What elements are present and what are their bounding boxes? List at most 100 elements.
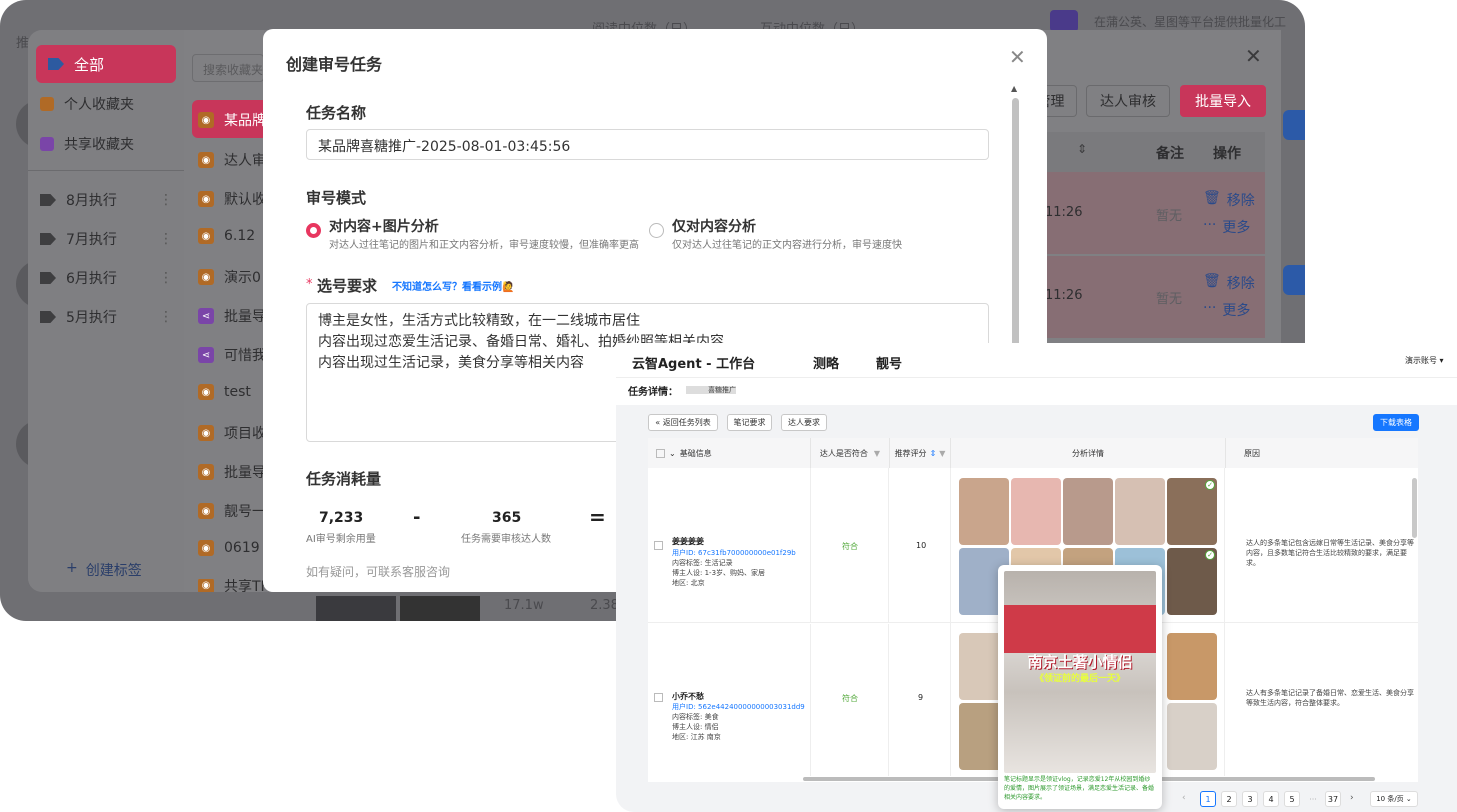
caret-down-icon: ▾ xyxy=(1439,356,1444,365)
kol-review-button[interactable]: 达人审核 xyxy=(1086,85,1170,117)
folder-label[interactable]: 达人审 xyxy=(224,150,266,170)
note-thumbnail[interactable] xyxy=(1063,478,1113,545)
col-action: 操作 xyxy=(1213,146,1241,162)
task-detail-bar: 任务详情： 喜糖推广 xyxy=(616,377,1457,405)
folder-label[interactable]: 0619 xyxy=(224,540,260,556)
kol-req-button[interactable]: 达人要求 xyxy=(781,414,827,431)
remove-label: 移除 xyxy=(1226,193,1255,209)
folder-icon: ◉ xyxy=(198,464,214,480)
filter-icon[interactable]: ▼ xyxy=(874,449,880,458)
batch-import-button[interactable]: 批量导入 xyxy=(1180,85,1266,117)
tag-item[interactable]: 6月执行 ⋮ xyxy=(40,268,173,288)
folder-label[interactable]: 项目收 xyxy=(224,423,266,443)
score-value: 9 xyxy=(918,693,924,702)
close-icon[interactable]: ✕ xyxy=(1245,44,1262,68)
row-time: 11:26 xyxy=(1045,205,1083,220)
folder-label[interactable]: 靓号一 xyxy=(224,501,266,521)
page-button[interactable]: 37 xyxy=(1325,791,1341,807)
more-link[interactable]: ··· 更多 xyxy=(1203,217,1250,237)
prev-page-icon[interactable]: ‹ xyxy=(1182,793,1186,803)
more-icon[interactable]: ⋮ xyxy=(159,192,173,208)
back-button[interactable]: « 返回任务列表 xyxy=(648,414,718,431)
folder-label[interactable]: 6.12 xyxy=(224,228,255,244)
next-page-icon[interactable]: › xyxy=(1350,793,1354,803)
folder-label[interactable]: 可惜我 xyxy=(224,345,266,365)
more-icon[interactable]: ⋮ xyxy=(159,231,173,247)
support-hint[interactable]: 如有疑问，可联系客服咨询 xyxy=(306,563,450,580)
page-button[interactable]: 5 xyxy=(1284,791,1300,807)
more-link[interactable]: ··· 更多 xyxy=(1203,300,1250,320)
kol-uid[interactable]: 用户ID: 562e44240000000003031dd9 xyxy=(672,702,805,712)
folder-label[interactable]: 批量导 xyxy=(224,462,266,482)
tag-item[interactable]: 8月执行 ⋮ xyxy=(40,190,173,210)
page-ellipsis[interactable]: ··· xyxy=(1305,791,1321,807)
mode-a-radio[interactable] xyxy=(306,223,321,238)
remove-link[interactable]: 🗑 移除 xyxy=(1203,190,1255,210)
sidebar-item-all[interactable]: 全部 xyxy=(36,45,176,83)
note-preview-subtitle: 《领证前的最后一天》 xyxy=(1034,674,1125,684)
sidebar-item-personal[interactable]: 个人收藏夹 xyxy=(40,94,172,114)
folder-label[interactable]: 默认收 xyxy=(224,189,266,209)
nav-strategy[interactable]: 测略 xyxy=(813,353,839,372)
note-thumbnail[interactable] xyxy=(1167,633,1217,700)
page-button[interactable]: 4 xyxy=(1263,791,1279,807)
select-all-checkbox[interactable] xyxy=(656,448,665,458)
more-label: 更多 xyxy=(1222,220,1251,236)
mode-b-label[interactable]: 仅对内容分析 xyxy=(672,216,756,236)
page-button[interactable]: 3 xyxy=(1242,791,1258,807)
reason-text: 达人的多条笔记包含远嫁日常等生活记录、美食分享等内容，且多数笔记符合生活比较精致… xyxy=(1246,539,1414,567)
tag-item[interactable]: 5月执行 ⋮ xyxy=(40,307,173,327)
minus-sign: - xyxy=(413,507,421,528)
remove-link[interactable]: 🗑 移除 xyxy=(1203,273,1255,293)
note-thumbnail[interactable] xyxy=(1167,703,1217,770)
example-link[interactable]: 不知道怎么写？看看示例🙋 xyxy=(392,278,514,293)
kol-uid[interactable]: 用户ID: 67c31fb700000000e01f29b xyxy=(672,548,796,558)
page-size-select[interactable]: 10 条/页 ⌄ xyxy=(1370,791,1418,807)
download-button[interactable]: 下载表格 xyxy=(1373,414,1419,431)
folder-label[interactable]: 演示0 xyxy=(224,267,261,287)
kol-name[interactable]: 小乔不愁 xyxy=(672,691,704,702)
row-checkbox[interactable] xyxy=(654,693,663,702)
vertical-scrollbar[interactable] xyxy=(1412,478,1417,538)
mode-a-label[interactable]: 对内容+图片分析 xyxy=(329,216,439,236)
side-app-icon xyxy=(1283,265,1305,295)
search-input[interactable]: 搜索收藏夹 xyxy=(192,54,264,82)
folder-label[interactable]: 某品牌 xyxy=(224,110,266,130)
page-size-label: 10 条/页 xyxy=(1376,795,1404,803)
col-score: 推荐评分 ⇕ ▼ xyxy=(889,438,950,468)
sort-icon[interactable]: ⇕ xyxy=(930,449,937,458)
more-icon[interactable]: ⋮ xyxy=(159,270,173,286)
folder-label[interactable]: test xyxy=(224,384,251,400)
more-icon[interactable]: ⋮ xyxy=(159,309,173,325)
favorites-sidebar: 全部 个人收藏夹 共享收藏夹 8月执行 ⋮ 7月执行 ⋮ 6月执行 ⋮ 5月执行 ⋮ +… xyxy=(28,30,184,592)
task-name-input[interactable]: 某品牌喜糖推广-2025-08-01-03:45:56 xyxy=(306,129,989,160)
page-button[interactable]: 1 xyxy=(1200,791,1216,807)
note-thumbnail[interactable] xyxy=(1011,478,1061,545)
folder-label[interactable]: 共享TF xyxy=(224,579,269,592)
divider xyxy=(28,170,184,171)
note-preview-title: 南京土著小情侣 xyxy=(1027,653,1133,671)
nav-account[interactable]: 靓号 xyxy=(876,353,902,372)
note-preview-caption: 笔记标题显示是领证vlog，记录恋爱12年从校园到婚纱的爱情，图片展示了领证场景… xyxy=(1004,776,1155,801)
video-thumb xyxy=(316,596,396,621)
note-thumbnail[interactable] xyxy=(959,478,1009,545)
note-req-button[interactable]: 笔记要求 xyxy=(727,414,772,431)
tag-label: 8月执行 xyxy=(66,193,117,209)
filter-icon[interactable]: ▼ xyxy=(939,449,945,458)
tag-item[interactable]: 7月执行 ⋮ xyxy=(40,229,173,249)
note-thumbnail[interactable] xyxy=(1115,478,1165,545)
folder-label[interactable]: 批量导 xyxy=(224,306,266,326)
mode-b-radio[interactable] xyxy=(649,223,664,238)
plus-icon: + xyxy=(66,560,78,576)
create-tag-button[interactable]: + 创建标签 xyxy=(66,560,142,580)
row-checkbox[interactable] xyxy=(654,541,663,550)
sidebar-item-shared[interactable]: 共享收藏夹 xyxy=(40,134,172,154)
page-button[interactable]: 2 xyxy=(1221,791,1237,807)
close-icon[interactable]: ✕ xyxy=(1009,45,1026,69)
folder-icon: ◉ xyxy=(198,384,214,400)
account-menu[interactable]: 演示账号 ▾ xyxy=(1405,355,1444,366)
tag-icon xyxy=(40,311,56,323)
kol-name[interactable]: 姜姜姜姜 xyxy=(672,536,704,547)
back-label: 返回任务列表 xyxy=(662,418,711,427)
sort-icon[interactable]: ⇕ xyxy=(1077,142,1087,156)
